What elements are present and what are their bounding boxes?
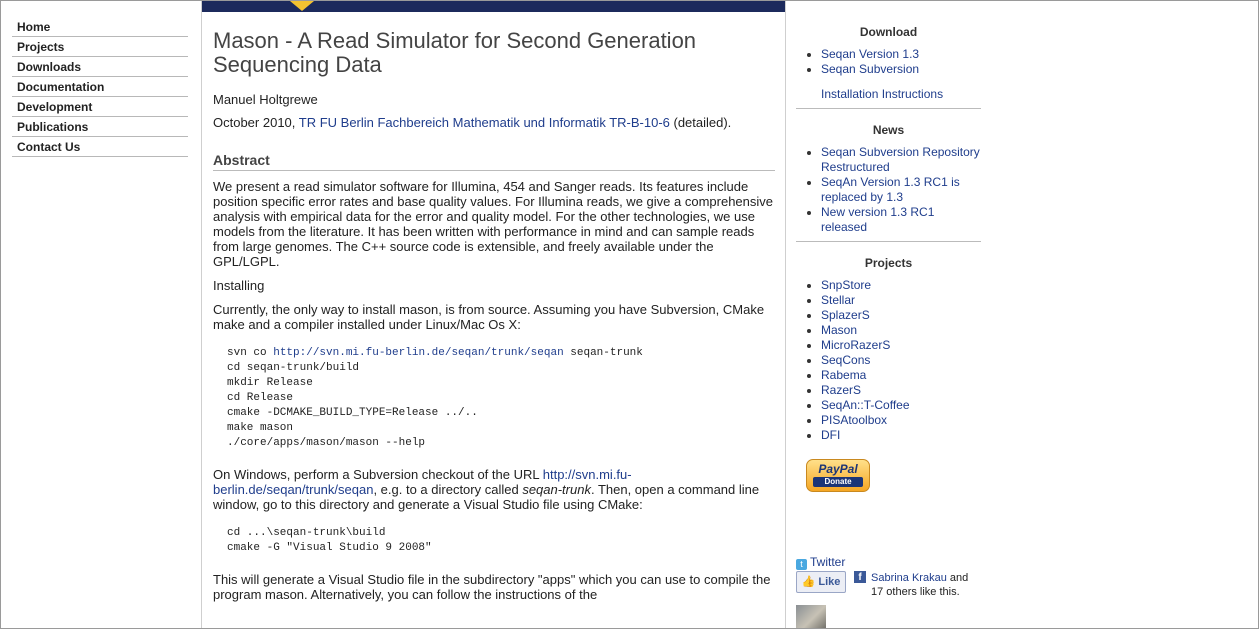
news-heading: News xyxy=(872,123,905,137)
project-link[interactable]: SplazerS xyxy=(796,308,981,323)
project-link[interactable]: Mason xyxy=(796,323,981,338)
logo-fragment-icon xyxy=(290,1,314,11)
news-item[interactable]: New version 1.3 RC1 released xyxy=(796,205,981,235)
header-banner xyxy=(202,1,785,12)
paypal-logo: PayPal xyxy=(818,462,858,476)
project-link[interactable]: Rabema xyxy=(796,368,981,383)
right-sidebar: Download Seqan Version 1.3 Seqan Subvers… xyxy=(796,25,981,628)
report-link[interactable]: TR FU Berlin Fachbereich Mathematik und … xyxy=(299,115,670,130)
linux-code-block: svn co http://svn.mi.fu-berlin.de/seqan/… xyxy=(227,346,775,451)
paypal-donate-button[interactable]: PayPal Donate xyxy=(806,459,870,492)
nav-contact-us[interactable]: Contact Us xyxy=(12,138,188,157)
project-link[interactable]: SnpStore xyxy=(796,278,981,293)
liker-name-link[interactable]: Sabrina Krakau xyxy=(871,572,947,584)
news-item[interactable]: Seqan Subversion Repository Restructured xyxy=(796,145,981,175)
nav-documentation[interactable]: Documentation xyxy=(12,78,188,97)
nav-development[interactable]: Development xyxy=(12,98,188,117)
code-text: cd seqan-trunk/build mkdir Release cd Re… xyxy=(227,362,478,449)
publication-info: October 2010, TR FU Berlin Fachbereich M… xyxy=(213,115,775,130)
avatar[interactable] xyxy=(796,605,826,628)
code-text: seqan-trunk xyxy=(563,347,643,359)
download-list: Seqan Version 1.3 Seqan Subversion xyxy=(796,47,981,77)
abstract-text: We present a read simulator software for… xyxy=(213,179,773,269)
windows-code-block: cd ...\seqan-trunk\build cmake -G "Visua… xyxy=(227,527,432,554)
nav-publications[interactable]: Publications xyxy=(12,118,188,137)
project-link[interactable]: MicroRazerS xyxy=(796,338,981,353)
project-link[interactable]: Stellar xyxy=(796,293,981,308)
facebook-icon: f xyxy=(854,571,866,583)
twitter-label: Twitter xyxy=(810,555,846,569)
project-link[interactable]: SeqCons xyxy=(796,353,981,368)
projects-list: SnpStore Stellar SplazerS Mason MicroRaz… xyxy=(796,278,981,443)
twitter-link[interactable]: t Twitter xyxy=(796,555,845,570)
windows-instructions: On Windows, perform a Subversion checkou… xyxy=(213,467,775,512)
project-link[interactable]: SeqAn::T-Coffee xyxy=(796,398,981,413)
news-list: Seqan Subversion Repository Restructured… xyxy=(796,145,981,235)
apps-paragraph: This will generate a Visual Studio file … xyxy=(213,572,771,602)
installing-heading: Installing xyxy=(213,278,265,293)
download-link-seqan-version[interactable]: Seqan Version 1.3 xyxy=(796,47,981,62)
text: On Windows, perform a Subversion checkou… xyxy=(213,467,543,482)
project-link[interactable]: RazerS xyxy=(796,383,981,398)
twitter-icon: t xyxy=(796,559,807,570)
installation-instructions-link[interactable]: Installation Instructions xyxy=(796,87,981,102)
like-label: Like xyxy=(818,576,841,588)
article: Mason - A Read Simulator for Second Gene… xyxy=(213,29,775,602)
nav-downloads[interactable]: Downloads xyxy=(12,58,188,77)
browser-viewport: Home Projects Downloads Documentation De… xyxy=(0,0,1259,629)
donate-label: Donate xyxy=(813,477,863,487)
install-description: Currently, the only way to install mason… xyxy=(213,302,765,332)
left-navigation: Home Projects Downloads Documentation De… xyxy=(12,18,188,158)
news-item[interactable]: SeqAn Version 1.3 RC1 is replaced by 1.3 xyxy=(796,175,981,205)
download-link-seqan-subversion[interactable]: Seqan Subversion xyxy=(796,62,981,77)
svn-url-link[interactable]: http://svn.mi.fu-berlin.de/seqan/trunk/s… xyxy=(273,347,563,359)
abstract-heading: Abstract xyxy=(213,152,775,171)
project-link[interactable]: DFI xyxy=(796,428,981,443)
divider xyxy=(796,108,981,109)
text: , e.g. to a directory called xyxy=(373,482,523,497)
projects-heading: Projects xyxy=(864,256,913,270)
code-text: svn co xyxy=(227,347,274,359)
page-title: Mason - A Read Simulator for Second Gene… xyxy=(213,28,697,77)
main-content: Mason - A Read Simulator for Second Gene… xyxy=(201,1,786,628)
like-text: Sabrina Krakau and 17 others like this. xyxy=(871,571,981,599)
project-link[interactable]: PISAtoolbox xyxy=(796,413,981,428)
like-button[interactable]: 👍 Like xyxy=(796,571,846,593)
date-text: October 2010, xyxy=(213,115,299,130)
directory-name: seqan-trunk xyxy=(522,482,591,497)
author: Manuel Holtgrewe xyxy=(213,92,318,107)
nav-home[interactable]: Home xyxy=(12,18,188,37)
divider xyxy=(796,241,981,242)
download-heading: Download xyxy=(859,25,918,39)
nav-projects[interactable]: Projects xyxy=(12,38,188,57)
detailed-text: (detailed). xyxy=(669,115,732,130)
